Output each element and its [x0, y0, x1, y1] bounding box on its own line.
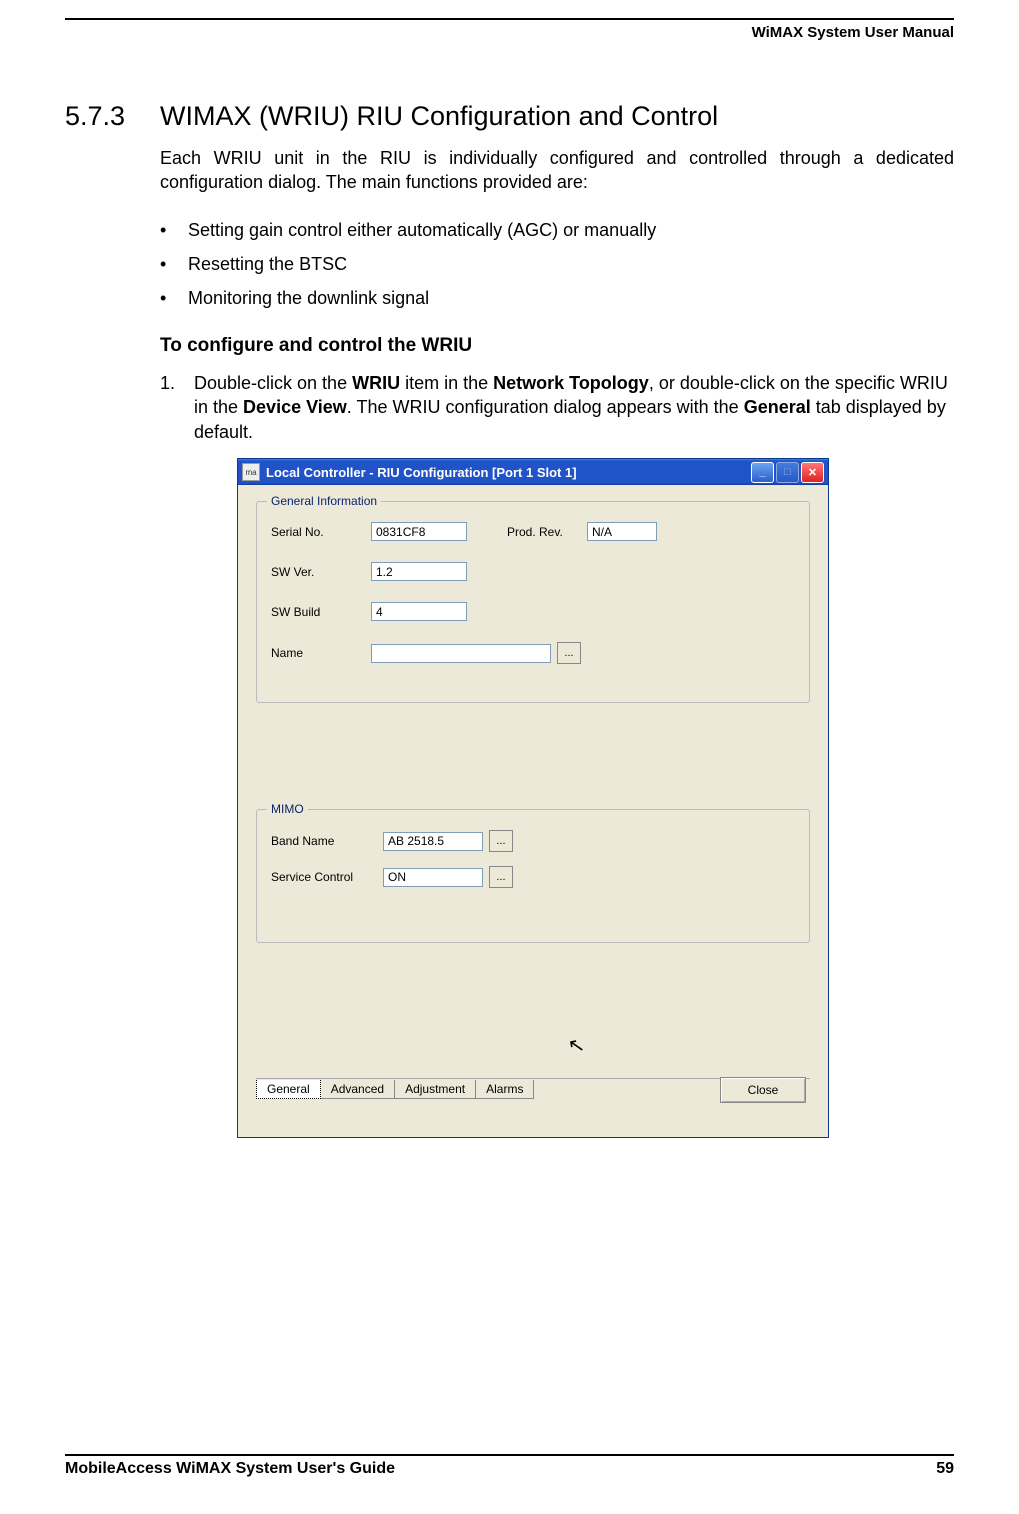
step-body: Double-click on the WRIU item in the Net… [194, 371, 954, 444]
prodrev-label: Prod. Rev. [507, 525, 587, 539]
footer-page-number: 59 [936, 1460, 954, 1478]
swver-field[interactable]: 1.2 [371, 562, 467, 581]
footer-rule [65, 1454, 954, 1456]
step-text: . The WRIU configuration dialog appears … [347, 397, 744, 417]
name-field[interactable] [371, 644, 551, 663]
step-bold: WRIU [352, 373, 400, 393]
close-button[interactable]: Close [720, 1077, 806, 1103]
intro-paragraph: Each WRIU unit in the RIU is individuall… [160, 146, 954, 195]
maximize-icon: □ [784, 466, 791, 478]
app-icon: ma [242, 463, 260, 481]
step-text: item in the [400, 373, 493, 393]
header-rule [65, 18, 954, 20]
general-info-fieldset: General Information Serial No. 0831CF8 P… [256, 501, 810, 703]
swver-label: SW Ver. [271, 565, 371, 579]
serial-label: Serial No. [271, 525, 371, 539]
servicecontrol-label: Service Control [271, 870, 383, 884]
section-number: 5.7.3 [65, 101, 160, 132]
tab-strip: General Advanced Adjustment Alarms [256, 1080, 533, 1099]
tab-general[interactable]: General [256, 1080, 321, 1099]
tab-alarms[interactable]: Alarms [475, 1080, 534, 1099]
mimo-fieldset: MIMO Band Name AB 2518.5 ... Service Con… [256, 809, 810, 943]
general-legend: General Information [267, 494, 381, 508]
bullet-item: Setting gain control either automaticall… [160, 213, 954, 247]
step-bold: General [744, 397, 811, 417]
servicecontrol-field[interactable]: ON [383, 868, 483, 887]
titlebar-buttons: _ □ ✕ [751, 462, 824, 483]
prodrev-field[interactable]: N/A [587, 522, 657, 541]
section-heading: 5.7.3 WIMAX (WRIU) RIU Configuration and… [65, 101, 954, 132]
step-text: Double-click on the [194, 373, 352, 393]
bullet-list: Setting gain control either automaticall… [160, 213, 954, 316]
minimize-icon: _ [759, 466, 765, 478]
maximize-button: □ [776, 462, 799, 483]
step-1: 1. Double-click on the WRIU item in the … [160, 371, 954, 444]
step-bold: Network Topology [493, 373, 649, 393]
minimize-button[interactable]: _ [751, 462, 774, 483]
swbuild-label: SW Build [271, 605, 371, 619]
header-doc-title: WiMAX System User Manual [65, 24, 954, 41]
tab-adjustment[interactable]: Adjustment [394, 1080, 476, 1099]
step-bold: Device View [243, 397, 347, 417]
serial-field[interactable]: 0831CF8 [371, 522, 467, 541]
swbuild-field[interactable]: 4 [371, 602, 467, 621]
tab-advanced[interactable]: Advanced [320, 1080, 395, 1099]
bandname-label: Band Name [271, 834, 383, 848]
page-footer: MobileAccess WiMAX System User's Guide 5… [65, 1454, 954, 1478]
step-number: 1. [160, 371, 194, 444]
titlebar[interactable]: ma Local Controller - RIU Configuration … [238, 459, 828, 485]
sub-heading: To configure and control the WRIU [160, 335, 954, 357]
name-label: Name [271, 646, 371, 660]
close-window-button[interactable]: ✕ [801, 462, 824, 483]
bandname-browse-button[interactable]: ... [489, 830, 513, 852]
bandname-field[interactable]: AB 2518.5 [383, 832, 483, 851]
bullet-item: Monitoring the downlink signal [160, 281, 954, 315]
cursor-icon: ↖ [566, 1032, 587, 1060]
servicecontrol-browse-button[interactable]: ... [489, 866, 513, 888]
mimo-legend: MIMO [267, 802, 308, 816]
footer-guide-title: MobileAccess WiMAX System User's Guide [65, 1460, 395, 1478]
riu-config-dialog: ma Local Controller - RIU Configuration … [237, 458, 829, 1138]
close-icon: ✕ [808, 466, 817, 479]
window-title: Local Controller - RIU Configuration [Po… [266, 465, 577, 480]
name-browse-button[interactable]: ... [557, 642, 581, 664]
page: WiMAX System User Manual 5.7.3 WIMAX (WR… [0, 18, 1019, 1514]
dialog-body: General Information Serial No. 0831CF8 P… [238, 485, 828, 1137]
bullet-item: Resetting the BTSC [160, 247, 954, 281]
section-title: WIMAX (WRIU) RIU Configuration and Contr… [160, 101, 718, 132]
